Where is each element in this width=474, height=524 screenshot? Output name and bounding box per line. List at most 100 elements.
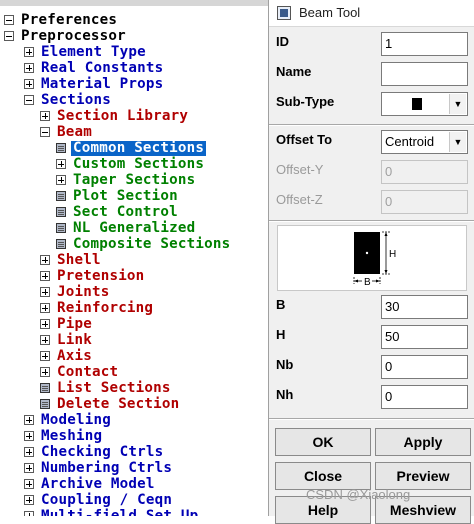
function-leaf-icon[interactable] [56,223,66,233]
menu-item-label[interactable]: Composite Sections [71,236,232,252]
menu-item-preferences[interactable]: Preferences [4,12,119,28]
function-leaf-icon[interactable] [40,383,50,393]
menu-item-axis[interactable]: Axis [40,348,94,364]
menu-item-section-library[interactable]: Section Library [40,108,190,124]
plus-box-icon[interactable] [40,255,50,265]
plus-box-icon[interactable] [40,271,50,281]
menu-item-label[interactable]: Custom Sections [71,156,206,172]
nb-input[interactable]: 0 [381,355,468,379]
minus-box-icon[interactable] [40,127,50,137]
menu-item-label[interactable]: Material Props [39,76,165,92]
menu-item-real-constants[interactable]: Real Constants [24,60,165,76]
function-leaf-icon[interactable] [56,143,66,153]
menu-item-plot-section[interactable]: Plot Section [56,188,180,204]
menu-item-label[interactable]: Coupling / Ceqn [39,492,174,508]
plus-box-icon[interactable] [40,367,50,377]
plus-box-icon[interactable] [40,287,50,297]
menu-item-label[interactable]: Pretension [55,268,146,284]
minus-box-icon[interactable] [4,15,14,25]
close-button[interactable]: Close [275,462,371,490]
preview-button[interactable]: Preview [375,462,471,490]
menu-item-pretension[interactable]: Pretension [40,268,146,284]
menu-item-label[interactable]: Reinforcing [55,300,155,316]
plus-box-icon[interactable] [40,303,50,313]
menu-item-label[interactable]: Multi-field Set Up [39,508,200,516]
plus-box-icon[interactable] [24,447,34,457]
menu-item-pipe[interactable]: Pipe [40,316,94,332]
menu-item-element-type[interactable]: Element Type [24,44,148,60]
menu-item-label[interactable]: Plot Section [71,188,180,204]
dialog-titlebar[interactable]: Beam Tool [269,0,474,27]
plus-box-icon[interactable] [56,159,66,169]
menu-item-label[interactable]: List Sections [55,380,173,396]
plus-box-icon[interactable] [40,111,50,121]
menu-item-multi-field-set-up[interactable]: Multi-field Set Up [24,508,200,516]
name-input[interactable] [381,62,468,86]
plus-box-icon[interactable] [40,319,50,329]
menu-item-label[interactable]: Checking Ctrls [39,444,165,460]
menu-item-label[interactable]: Beam [55,124,94,140]
menu-item-numbering-ctrls[interactable]: Numbering Ctrls [24,460,174,476]
menu-item-label[interactable]: Archive Model [39,476,157,492]
apply-button[interactable]: Apply [375,428,471,456]
chevron-down-icon[interactable]: ▼ [449,94,466,114]
plus-box-icon[interactable] [24,415,34,425]
menu-item-label[interactable]: Element Type [39,44,148,60]
minus-box-icon[interactable] [24,95,34,105]
nh-input[interactable]: 0 [381,385,468,409]
menu-item-label[interactable]: Common Sections [71,140,207,156]
menu-item-custom-sections[interactable]: Custom Sections [56,156,206,172]
menu-item-label[interactable]: Sect Control [71,204,180,220]
plus-box-icon[interactable] [40,335,50,345]
plus-box-icon[interactable] [24,63,34,73]
menu-item-label[interactable]: Sections [39,92,113,108]
menu-item-label[interactable]: Taper Sections [71,172,197,188]
menu-item-label[interactable]: Delete Section [55,396,181,412]
plus-box-icon[interactable] [24,431,34,441]
function-leaf-icon[interactable] [56,239,66,249]
menu-item-taper-sections[interactable]: Taper Sections [56,172,197,188]
menu-item-label[interactable]: Meshing [39,428,104,444]
menu-item-label[interactable]: Numbering Ctrls [39,460,174,476]
b-input[interactable]: 30 [381,295,468,319]
offset-to-dropdown[interactable]: Centroid ▼ [381,130,468,154]
plus-box-icon[interactable] [40,351,50,361]
menu-item-sections[interactable]: Sections [24,92,113,108]
menu-item-label[interactable]: Preferences [19,12,119,28]
menu-item-nl-generalized[interactable]: NL Generalized [56,220,197,236]
menu-item-link[interactable]: Link [40,332,94,348]
plus-box-icon[interactable] [24,463,34,473]
function-leaf-icon[interactable] [56,191,66,201]
menu-item-preprocessor[interactable]: Preprocessor [4,28,128,44]
plus-box-icon[interactable] [56,175,66,185]
menu-item-archive-model[interactable]: Archive Model [24,476,157,492]
menu-item-modeling[interactable]: Modeling [24,412,113,428]
menu-item-label[interactable]: Shell [55,252,103,268]
menu-item-label[interactable]: Real Constants [39,60,165,76]
function-leaf-icon[interactable] [56,207,66,217]
ok-button[interactable]: OK [275,428,371,456]
menu-item-label[interactable]: Section Library [55,108,190,124]
menu-item-reinforcing[interactable]: Reinforcing [40,300,155,316]
menu-item-coupling-ceqn[interactable]: Coupling / Ceqn [24,492,174,508]
menu-item-checking-ctrls[interactable]: Checking Ctrls [24,444,165,460]
subtype-dropdown[interactable]: ▼ [381,92,468,116]
menu-item-list-sections[interactable]: List Sections [40,380,173,396]
menu-item-label[interactable]: Link [55,332,94,348]
plus-box-icon[interactable] [24,495,34,505]
menu-item-joints[interactable]: Joints [40,284,111,300]
menu-item-contact[interactable]: Contact [40,364,120,380]
minus-box-icon[interactable] [4,31,14,41]
function-leaf-icon[interactable] [40,399,50,409]
id-input[interactable]: 1 [381,32,468,56]
menu-item-label[interactable]: NL Generalized [71,220,197,236]
menu-item-common-sections[interactable]: Common Sections [56,140,207,156]
chevron-down-icon[interactable]: ▼ [449,132,466,152]
h-input[interactable]: 50 [381,325,468,349]
plus-box-icon[interactable] [24,47,34,57]
plus-box-icon[interactable] [24,479,34,489]
menu-item-label[interactable]: Modeling [39,412,113,428]
menu-item-label[interactable]: Contact [55,364,120,380]
menu-item-label[interactable]: Axis [55,348,94,364]
menu-item-composite-sections[interactable]: Composite Sections [56,236,232,252]
